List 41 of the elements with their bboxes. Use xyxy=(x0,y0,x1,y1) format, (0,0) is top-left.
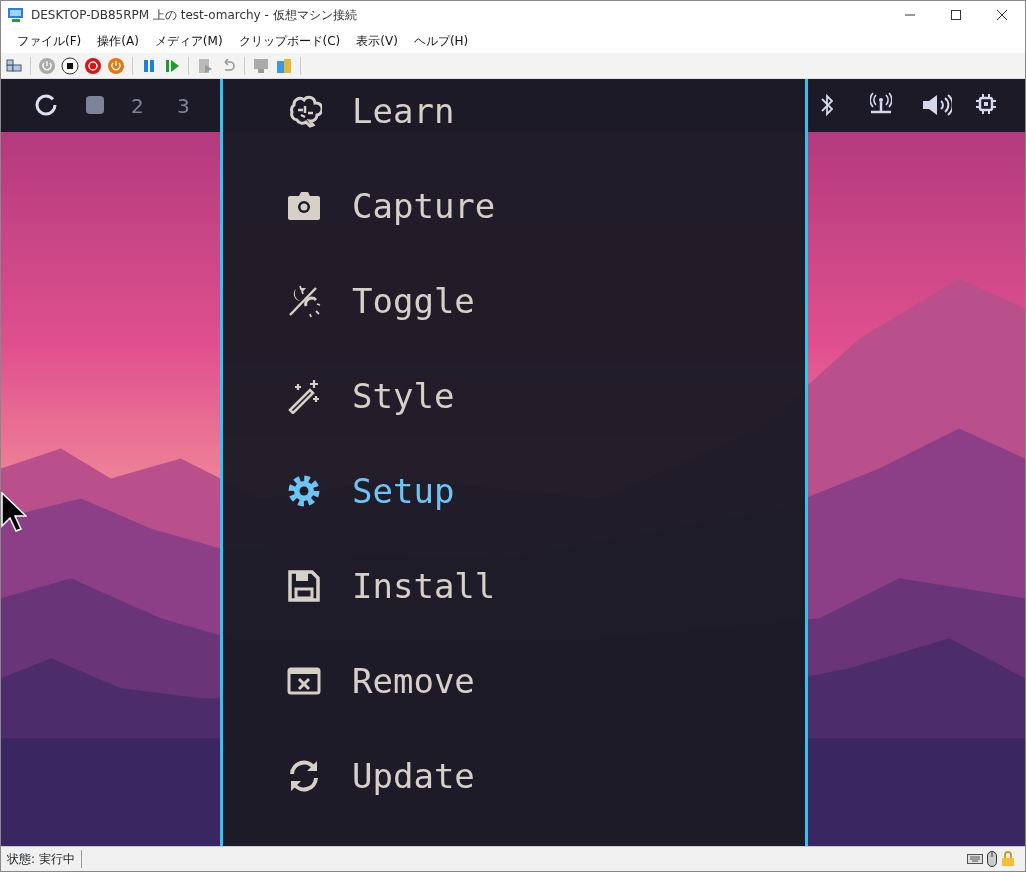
cpu-icon[interactable] xyxy=(976,94,996,114)
menu-option[interactable]: Style xyxy=(352,371,455,421)
computer-icon[interactable] xyxy=(252,56,270,75)
menu-option[interactable]: Install xyxy=(352,561,496,611)
window-title: DESKTOP-DB85RPM 上の test-omarchy - 仮想マシン接続 xyxy=(31,7,358,24)
menu-option[interactable]: Toggle xyxy=(352,276,475,326)
stop-icon[interactable] xyxy=(61,56,79,75)
status-text: 状態: 実行中 xyxy=(7,850,82,868)
menu-item[interactable]: ヘルプ(H) xyxy=(405,30,477,52)
app-icon xyxy=(7,7,25,23)
keyboard-icon xyxy=(967,854,983,864)
menu-option[interactable]: Remove xyxy=(352,656,475,706)
power-icon[interactable] xyxy=(38,56,56,75)
menu-item[interactable]: ファイル(F) xyxy=(9,30,90,52)
workspace-number[interactable]: 2 xyxy=(131,91,144,121)
window-icon[interactable] xyxy=(5,56,23,75)
workspace-number[interactable]: 3 xyxy=(177,91,190,121)
shutdown-icon[interactable] xyxy=(84,56,102,75)
menu-option[interactable]: Learn xyxy=(352,86,455,136)
menu-item[interactable]: メディア(M) xyxy=(146,30,231,52)
menu-item[interactable]: 操作(A) xyxy=(89,30,147,52)
gear-icon xyxy=(286,473,322,509)
menu-option[interactable]: Setup xyxy=(352,466,455,516)
menu-option[interactable]: Capture xyxy=(352,181,496,231)
square-icon[interactable] xyxy=(86,96,104,114)
mouse-cursor-icon xyxy=(1,492,27,532)
speaker-icon[interactable] xyxy=(922,93,952,117)
network-icon[interactable] xyxy=(870,92,892,116)
magic-wand-icon xyxy=(286,378,322,414)
close-icon[interactable] xyxy=(997,10,1007,20)
menu-item[interactable]: 表示(V) xyxy=(348,30,406,52)
power-icon[interactable] xyxy=(107,56,125,75)
bluetooth-icon[interactable] xyxy=(820,93,834,117)
lock-icon xyxy=(1001,851,1015,867)
server-icon[interactable] xyxy=(275,56,293,75)
mouse-icon xyxy=(987,851,997,867)
maximize-icon[interactable] xyxy=(951,10,961,20)
menu-item[interactable]: クリップボード(C) xyxy=(230,30,349,52)
menu-option[interactable]: Update xyxy=(352,751,475,801)
loading-ring-icon[interactable] xyxy=(35,94,57,116)
checkpoint-icon[interactable] xyxy=(196,56,214,75)
